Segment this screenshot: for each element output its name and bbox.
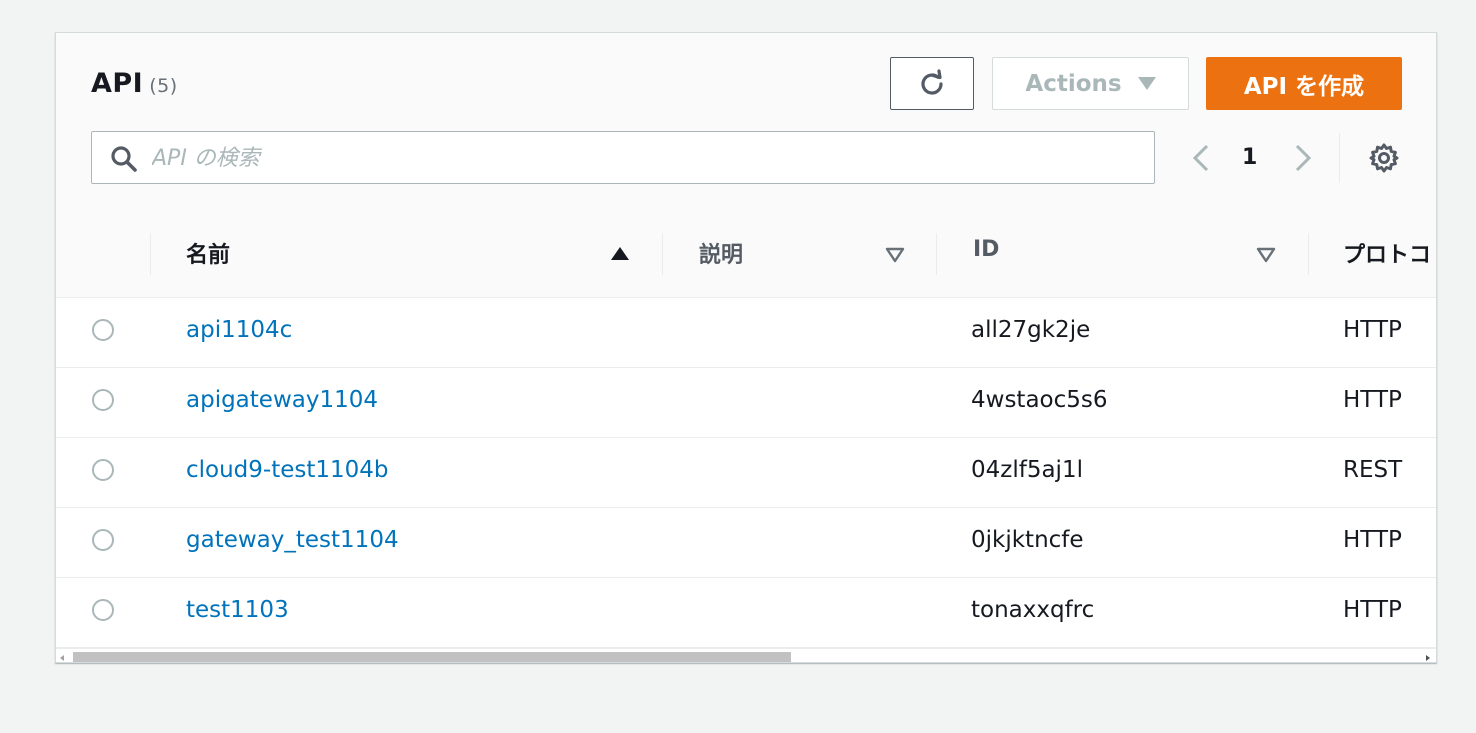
gear-icon[interactable]	[1368, 142, 1400, 174]
column-divider	[1308, 233, 1309, 275]
actions-label: Actions	[1025, 70, 1122, 97]
api-id: all27gk2je	[971, 317, 1091, 343]
search-field[interactable]	[91, 131, 1155, 184]
api-protocol: HTTP	[1343, 387, 1402, 413]
row-select-radio[interactable]	[92, 529, 114, 551]
table-row[interactable]: gateway_test1104 0jkjktncfe HTTP	[56, 507, 1436, 578]
api-protocol: HTTP	[1343, 317, 1402, 343]
api-id: 04zlf5aj1l	[971, 457, 1083, 483]
create-api-label: API を作成	[1243, 73, 1365, 100]
column-divider	[662, 233, 663, 275]
api-list-panel: API(5) Actions API を作成 1	[55, 32, 1437, 663]
column-divider	[936, 233, 937, 275]
refresh-button[interactable]	[890, 57, 974, 110]
column-header-protocol[interactable]: プロトコ	[1343, 237, 1431, 269]
table-header: 名前 説明 ID プロトコ	[56, 213, 1436, 298]
api-name-link[interactable]: api1104c	[186, 317, 292, 343]
api-id: 4wstaoc5s6	[971, 387, 1108, 413]
api-name-link[interactable]: apigateway1104	[186, 387, 378, 413]
api-name-link[interactable]: gateway_test1104	[186, 527, 399, 553]
sort-descending-outline-icon[interactable]	[1256, 247, 1276, 263]
scrollbar-thumb[interactable]	[73, 652, 791, 662]
api-protocol: HTTP	[1343, 527, 1402, 553]
sort-ascending-icon[interactable]	[611, 247, 629, 260]
sort-descending-outline-icon[interactable]	[885, 247, 905, 263]
api-id: tonaxxqfrc	[971, 597, 1095, 623]
column-header-id[interactable]: ID	[973, 237, 999, 262]
row-select-radio[interactable]	[92, 459, 114, 481]
horizontal-scrollbar[interactable]	[56, 648, 1436, 662]
row-select-radio[interactable]	[92, 599, 114, 621]
scroll-left-arrow-icon[interactable]	[60, 655, 64, 661]
row-select-radio[interactable]	[92, 389, 114, 411]
column-divider	[150, 233, 151, 275]
refresh-icon	[921, 68, 943, 95]
table-row[interactable]: test1103 tonaxxqfrc HTTP	[56, 577, 1436, 648]
current-page[interactable]: 1	[1242, 145, 1257, 170]
create-api-button[interactable]: API を作成	[1206, 57, 1402, 110]
api-id: 0jkjktncfe	[971, 527, 1084, 553]
api-protocol: REST	[1343, 457, 1403, 483]
table-row[interactable]: api1104c all27gk2je HTTP	[56, 297, 1436, 368]
actions-button[interactable]: Actions	[992, 57, 1189, 110]
table-row[interactable]: apigateway1104 4wstaoc5s6 HTTP	[56, 367, 1436, 438]
panel-header: API(5) Actions API を作成 1	[56, 33, 1436, 214]
scroll-right-arrow-icon[interactable]	[1426, 655, 1430, 661]
table-row[interactable]: cloud9-test1104b 04zlf5aj1l REST	[56, 437, 1436, 508]
chevron-right-icon[interactable]	[1291, 143, 1315, 173]
search-icon	[111, 146, 137, 172]
api-name-link[interactable]: cloud9-test1104b	[186, 457, 389, 483]
api-name-link[interactable]: test1103	[186, 597, 289, 623]
pager-divider	[1339, 133, 1340, 183]
api-protocol: HTTP	[1343, 597, 1402, 623]
column-header-description[interactable]: 説明	[699, 237, 743, 269]
page-title: API (5)	[91, 68, 178, 99]
caret-down-icon	[1137, 77, 1156, 90]
search-input[interactable]	[150, 140, 1134, 177]
column-header-name[interactable]: 名前	[186, 237, 230, 269]
api-count: (5)	[149, 75, 178, 97]
title-text: API	[91, 68, 144, 99]
chevron-left-icon[interactable]	[1189, 143, 1213, 173]
row-select-radio[interactable]	[92, 319, 114, 341]
